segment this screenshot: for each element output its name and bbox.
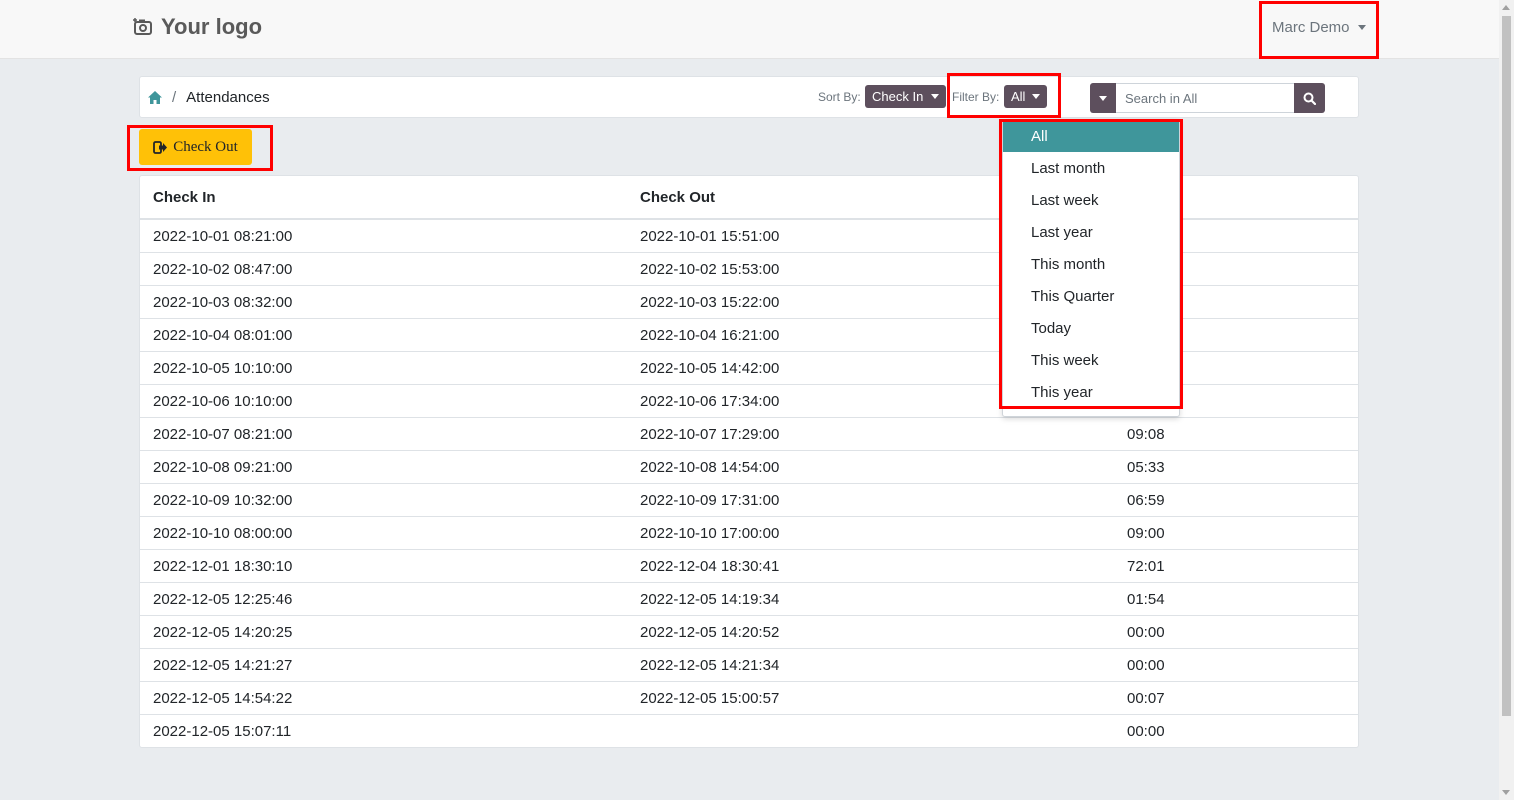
check-in-cell: 2022-12-05 14:21:27 <box>140 648 627 682</box>
search-options-toggle[interactable] <box>1090 83 1116 113</box>
check-out-button[interactable]: Check Out <box>139 129 252 165</box>
worked-hours-cell: 72:01 <box>1114 549 1358 583</box>
check-in-cell: 2022-12-05 14:20:25 <box>140 615 627 649</box>
table-row: 2022-10-07 08:21:00 2022-10-07 17:29:00 09… <box>140 417 1358 451</box>
filter-option-this-month[interactable]: This month <box>1003 248 1179 280</box>
check-out-cell: 2022-12-05 14:19:34 <box>627 582 1114 616</box>
check-out-cell: 2022-10-10 17:00:00 <box>627 516 1114 550</box>
worked-hours-cell: 09:08 <box>1114 417 1358 451</box>
check-in-cell: 2022-10-05 10:10:00 <box>140 351 627 385</box>
chevron-down-icon <box>1099 95 1107 101</box>
check-out-cell: 2022-12-05 14:21:34 <box>627 648 1114 682</box>
breadcrumb-current: Attendances <box>186 88 270 106</box>
check-out-label: Check Out <box>173 138 238 155</box>
user-menu-toggle[interactable]: Marc Demo <box>1272 19 1366 36</box>
check-out-cell: 2022-10-07 17:29:00 <box>627 417 1114 451</box>
check-in-cell: 2022-12-01 18:30:10 <box>140 549 627 583</box>
check-in-cell: 2022-10-08 09:21:00 <box>140 450 627 484</box>
check-in-cell: 2022-10-10 08:00:00 <box>140 516 627 550</box>
filter-option-all[interactable]: All <box>1003 120 1179 152</box>
check-out-cell: 2022-12-05 15:00:57 <box>627 681 1114 715</box>
sort-by-value: Check In <box>872 89 924 104</box>
filter-by-label: Filter By: <box>952 90 1000 104</box>
table-row: 2022-12-05 14:21:27 2022-12-05 14:21:34 00… <box>140 648 1358 682</box>
chevron-down-icon <box>1357 25 1366 30</box>
filter-by-dropdown[interactable]: All <box>1004 85 1048 108</box>
check-in-cell: 2022-10-07 08:21:00 <box>140 417 627 451</box>
check-out-cell <box>627 715 1114 748</box>
filter-option-last-week[interactable]: Last week <box>1003 184 1179 216</box>
worked-hours-cell: 01:54 <box>1114 582 1358 616</box>
check-in-cell: 2022-10-04 08:01:00 <box>140 318 627 352</box>
user-name: Marc Demo <box>1272 19 1350 36</box>
filter-option-last-year[interactable]: Last year <box>1003 216 1179 248</box>
check-out-cell: 2022-12-04 18:30:41 <box>627 549 1114 583</box>
filter-dropdown-menu: All Last month Last week Last year This … <box>1002 119 1180 417</box>
breadcrumb-separator: / <box>172 88 177 106</box>
sign-out-icon <box>153 140 168 154</box>
column-header-check-in: Check In <box>140 176 627 220</box>
sort-by-dropdown[interactable]: Check In <box>865 85 947 108</box>
home-icon[interactable] <box>148 90 162 104</box>
scroll-up-arrow-icon[interactable] <box>1502 5 1510 10</box>
worked-hours-cell: 00:07 <box>1114 681 1358 715</box>
table-row: 2022-10-09 10:32:00 2022-10-09 17:31:00 06… <box>140 483 1358 517</box>
sort-by-label: Sort By: <box>818 90 861 104</box>
worked-hours-cell: 00:00 <box>1127 722 1165 740</box>
search-icon <box>1303 92 1316 105</box>
worked-hours-cell: 00:00 <box>1114 615 1358 649</box>
worked-hours-cell: 00:00 <box>1114 648 1358 682</box>
chevron-down-icon <box>1032 94 1041 99</box>
table-row: 2022-12-05 14:54:22 2022-12-05 15:00:57 00… <box>140 681 1358 715</box>
camera-icon <box>133 18 152 35</box>
filter-option-last-month[interactable]: Last month <box>1003 152 1179 184</box>
table-row: 2022-10-08 09:21:00 2022-10-08 14:54:00 05… <box>140 450 1358 484</box>
table-row: 2022-12-01 18:30:10 2022-12-04 18:30:41 72… <box>140 549 1358 583</box>
top-navbar: Your logo Marc Demo <box>0 0 1499 59</box>
scroll-down-arrow-icon[interactable] <box>1502 790 1510 795</box>
worked-hours-cell: 09:00 <box>1114 516 1358 550</box>
filter-option-this-year[interactable]: This year <box>1003 376 1179 408</box>
check-in-cell: 2022-12-05 14:54:22 <box>140 681 627 715</box>
page-scrollbar[interactable] <box>1499 0 1514 800</box>
filter-option-today[interactable]: Today <box>1003 312 1179 344</box>
check-in-cell: 2022-10-03 08:32:00 <box>140 285 627 319</box>
logo[interactable]: Your logo <box>133 14 262 40</box>
table-row: 2022-12-05 12:25:46 2022-12-05 14:19:34 01… <box>140 582 1358 616</box>
table-row: 2022-12-05 14:20:25 2022-12-05 14:20:52 00… <box>140 615 1358 649</box>
logo-text: Your logo <box>161 14 263 39</box>
check-in-cell: 2022-12-05 12:25:46 <box>140 582 627 616</box>
table-row: 2022-12-05 15:07:11 00:00 <box>140 715 1358 748</box>
check-in-cell: 2022-10-01 08:21:00 <box>140 219 627 253</box>
filter-option-this-week[interactable]: This week <box>1003 344 1179 376</box>
portal-toolbar: / Attendances Sort By: Check In Filter B… <box>139 76 1359 118</box>
filter-option-this-quarter[interactable]: This Quarter <box>1003 280 1179 312</box>
search-group <box>1090 83 1325 113</box>
check-out-cell: 2022-12-05 14:20:52 <box>627 615 1114 649</box>
check-in-cell: 2022-10-09 10:32:00 <box>140 483 627 517</box>
worked-hours-cell: 06:59 <box>1114 483 1358 517</box>
check-in-cell: 2022-10-02 08:47:00 <box>140 252 627 286</box>
table-row: 2022-10-10 08:00:00 2022-10-10 17:00:00 09… <box>140 516 1358 550</box>
breadcrumb: / Attendances <box>148 77 270 117</box>
check-out-cell: 2022-10-08 14:54:00 <box>627 450 1114 484</box>
worked-hours-cell: 05:33 <box>1114 450 1358 484</box>
check-out-cell: 2022-10-09 17:31:00 <box>627 483 1114 517</box>
chevron-down-icon <box>931 94 940 99</box>
check-in-cell: 2022-12-05 15:07:11 <box>153 722 292 740</box>
check-in-cell: 2022-10-06 10:10:00 <box>140 384 627 418</box>
filter-by-value: All <box>1011 89 1026 104</box>
scrollbar-thumb[interactable] <box>1502 16 1511 716</box>
search-input[interactable] <box>1116 83 1294 113</box>
search-button[interactable] <box>1294 83 1325 113</box>
